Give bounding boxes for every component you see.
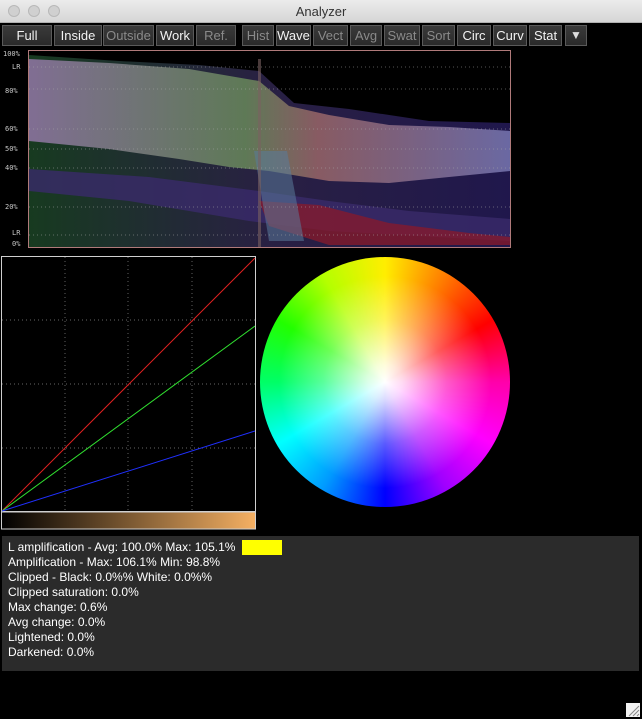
waveform-frame [28,50,511,248]
vect-button[interactable]: Vect [313,25,348,46]
color-wheel-center [260,257,510,507]
waveform-panel: 100% LR 80% 60% 50% 40% 20% LR 0% [0,49,513,251]
luminance-ramp [1,511,256,530]
hist-button[interactable]: Hist [242,25,274,46]
ref-button[interactable]: Ref. [196,25,236,46]
outside-button[interactable]: Outside [103,25,154,46]
resize-grip-icon[interactable] [626,703,640,717]
waveform-label: 0% [12,240,21,248]
sort-button[interactable]: Sort [422,25,455,46]
stat-button[interactable]: Stat [529,25,562,46]
stat-avg-change: Avg change: 0.0% [8,615,106,629]
circ-button[interactable]: Circ [457,25,491,46]
max-color-swatch [242,540,282,555]
window-title: Analyzer [295,4,347,19]
stat-clipped-saturation: Clipped saturation: 0.0% [8,585,139,599]
waveform-label: 100% [3,50,20,58]
title-bar: Analyzer [0,0,642,23]
stat-l-amplification: L amplification - Avg: 100.0% Max: 105.1… [8,540,236,554]
waveform-label: 80% [5,87,18,95]
wave-button[interactable]: Wave [276,25,311,46]
waveform-label: 50% [5,145,18,153]
stat-darkened: Darkened: 0.0% [8,645,95,659]
stat-amplification: Amplification - Max: 106.1% Min: 98.8% [8,555,221,569]
waveform-label: 20% [5,203,18,211]
waveform-label: 60% [5,125,18,133]
waveform-label: LR [12,229,21,237]
waveform-label: LR [12,63,21,71]
stat-max-change: Max change: 0.6% [8,600,108,614]
curve-panel [1,256,256,530]
work-button[interactable]: Work [156,25,194,46]
full-button[interactable]: Full [2,25,52,46]
avg-button[interactable]: Avg [350,25,382,46]
toolbar: Full Inside Outside Work Ref. Hist Wave … [0,23,642,48]
inside-button[interactable]: Inside [54,25,102,46]
waveform-label: 40% [5,164,18,172]
stats-panel: L amplification - Avg: 100.0% Max: 105.1… [2,536,639,671]
triangle-down-icon[interactable]: ▼ [565,25,587,46]
curve-graph [1,256,256,530]
curv-button[interactable]: Curv [493,25,527,46]
swat-button[interactable]: Swat [384,25,420,46]
stat-clipped: Clipped - Black: 0.0%% White: 0.0%% [8,570,213,584]
stat-lightened: Lightened: 0.0% [8,630,95,644]
color-circle-panel [258,256,512,512]
